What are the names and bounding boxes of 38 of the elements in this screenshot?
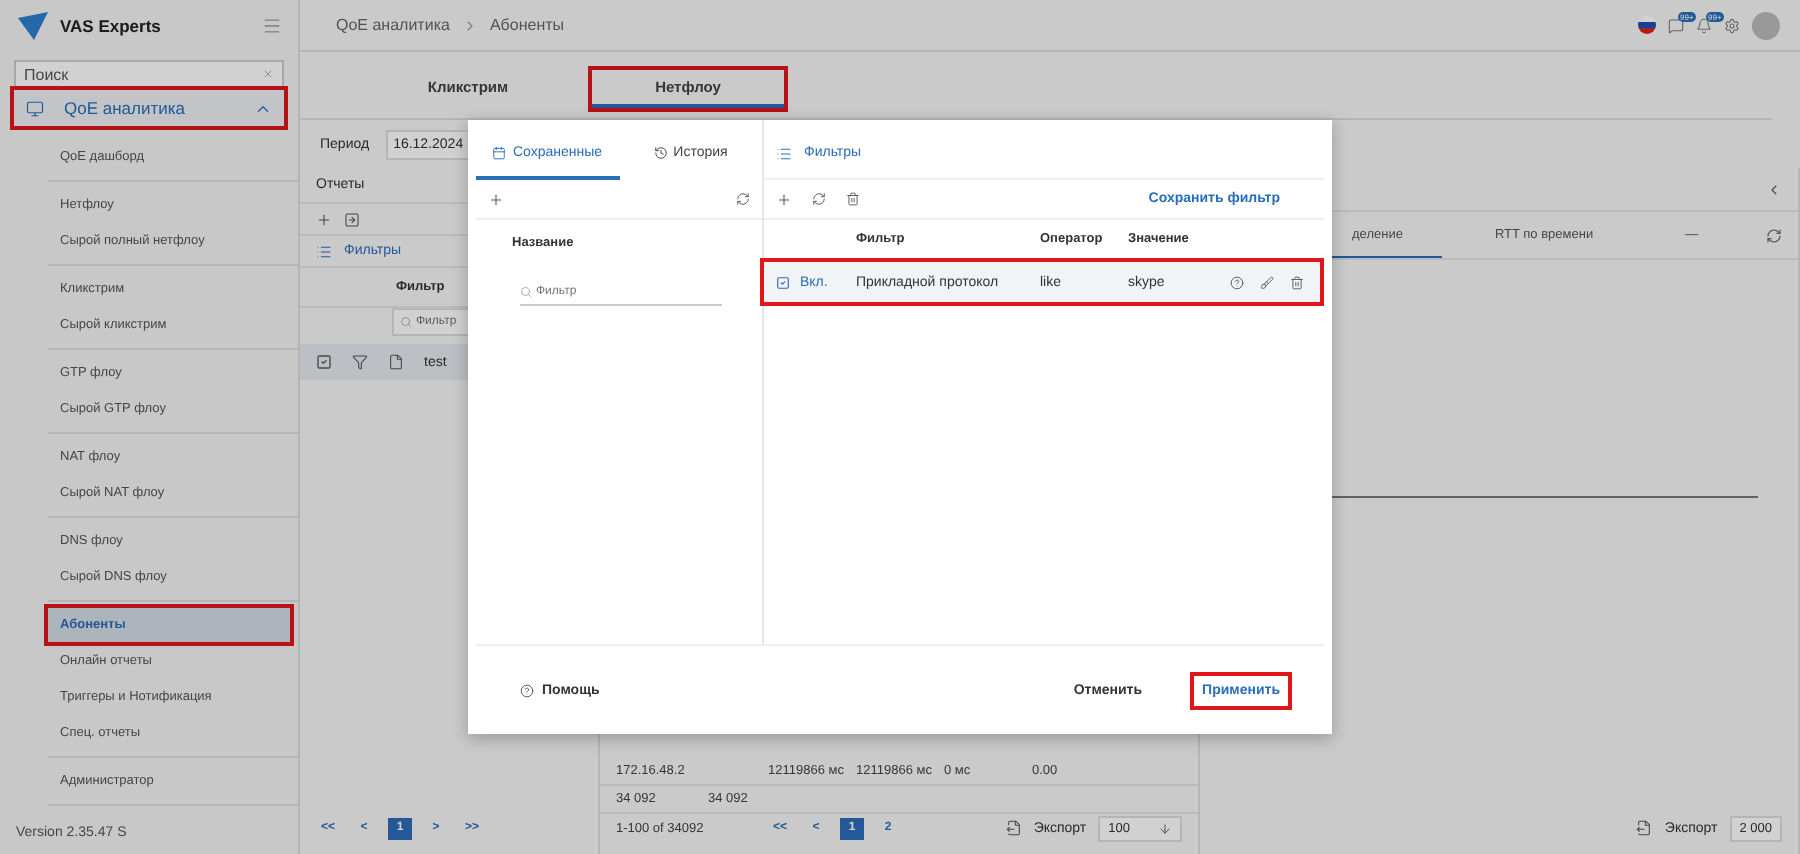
settings-icon[interactable] [1724, 17, 1740, 33]
file-icon [388, 354, 404, 370]
arrow-down-icon [1158, 821, 1172, 835]
help-icon[interactable] [1230, 275, 1244, 289]
checkbox[interactable] [776, 275, 790, 289]
refresh-icon[interactable] [812, 192, 826, 206]
monitor-icon [26, 99, 44, 117]
search-field[interactable]: Поиск [24, 65, 244, 83]
search-box[interactable]: Поиск [14, 60, 284, 88]
refresh-icon[interactable] [1766, 227, 1782, 243]
trash-icon[interactable] [846, 192, 860, 206]
export-icon[interactable] [1005, 820, 1022, 836]
trash-icon[interactable] [1290, 275, 1304, 289]
brush-icon[interactable] [1260, 275, 1274, 289]
export-icon[interactable] [1636, 820, 1653, 836]
help-icon [520, 683, 534, 697]
list-icon [316, 243, 332, 259]
message-icon[interactable] [1668, 17, 1684, 33]
bell-icon[interactable] [1696, 17, 1712, 33]
menu-group[interactable]: QoE аналитика [14, 90, 284, 126]
add-icon[interactable] [488, 191, 504, 207]
refresh-icon[interactable] [736, 192, 750, 206]
add-icon[interactable] [316, 211, 332, 227]
logo-icon [16, 10, 52, 42]
collapse-icon[interactable] [1766, 181, 1782, 197]
add-icon[interactable] [776, 191, 792, 207]
search-icon [520, 285, 532, 297]
checkbox[interactable] [316, 354, 332, 370]
import-icon[interactable] [344, 211, 360, 227]
history-icon [653, 145, 668, 159]
search-icon [400, 316, 412, 328]
breadcrumb-item[interactable]: QoE аналитика [336, 16, 450, 34]
calendar-icon [492, 145, 507, 159]
list-icon [776, 145, 792, 161]
filter-icon[interactable] [352, 354, 368, 370]
logo-text: VAS Experts [60, 16, 163, 36]
flag-icon[interactable] [1638, 16, 1656, 34]
breadcrumb-item[interactable]: Абоненты [489, 16, 565, 34]
